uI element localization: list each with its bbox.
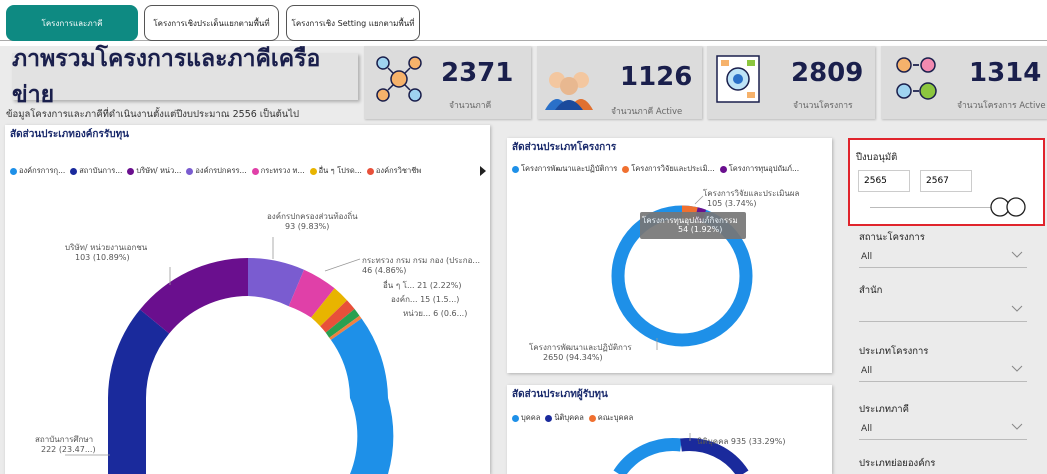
annotation-dev-value: 2650 (94.34%) [543, 353, 603, 362]
year-slider-handles[interactable] [988, 196, 1028, 218]
project-type-filter-select[interactable]: All [859, 360, 1027, 382]
stat-label: จำนวนโครงการ [793, 101, 853, 111]
tab-setting-by-area[interactable]: โครงการเชิง Setting แยกตามพื้นที่ [286, 5, 420, 41]
annotation-ministry-value: 46 (4.86%) [362, 266, 407, 275]
annotation-org: องค์ก... 15 (1.5...) [391, 295, 460, 304]
annotation-local-value: 93 (9.83%) [285, 222, 330, 231]
slice-nonprofit-lower [350, 398, 394, 474]
annotation-other: อื่น ๆ โ... 21 (2.22%) [383, 281, 462, 290]
chevron-down-icon [1011, 423, 1023, 430]
slice-education [108, 309, 170, 474]
year-filter-label: ปีงบอนุมัติ [856, 152, 898, 163]
funding-org-chart-panel: สัดส่วนประเภทองค์กรรับทุน องค์กรการกุ...… [5, 125, 490, 474]
stat-card-partners: 2371 จำนวนภาคี [364, 46, 531, 119]
network-people-icon [376, 56, 422, 102]
chevron-down-icon [1011, 251, 1023, 258]
tab-projects-partners[interactable]: โครงการและภาคี [6, 5, 138, 41]
annotation-unit: หน่วย... 6 (0.6...) [403, 309, 468, 318]
page-title: ภาพรวมโครงการและภาคีเครือข่าย [12, 45, 321, 108]
year-to-input[interactable]: 2567 [920, 170, 972, 192]
stat-label: จำนวนโครงการ Active [957, 101, 1046, 111]
stat-card-active-projects: 1314 จำนวนโครงการ Active [881, 46, 1047, 119]
page-title-card: ภาพรวมโครงการและภาคีเครือข่าย [12, 46, 358, 108]
team-people-icon [545, 72, 593, 110]
status-filter-label: สถานะโครงการ [859, 232, 925, 243]
tooltip-value: 54 (1.92%) [678, 225, 723, 234]
stat-label: จำนวนภาคี Active [611, 107, 683, 117]
office-filter-label: สำนัก [859, 285, 883, 296]
stat-value: 1126 [620, 62, 693, 92]
chevron-down-icon [1011, 305, 1023, 312]
stat-card-active-partners: 1126 จำนวนภาคี Active [537, 46, 702, 119]
recipient-type-chart-panel: สัดส่วนประเภทผู้รับทุน บุคคล นิติบุคคล ค… [507, 385, 832, 474]
chevron-down-icon [1011, 365, 1023, 372]
slice-company [140, 258, 248, 334]
partner-type-filter-select[interactable]: All [859, 418, 1027, 440]
project-type-donut [611, 195, 753, 350]
stat-card-projects: 2809 จำนวนโครงการ [707, 46, 875, 119]
annotation-juristic: นิติบุคคล 935 (33.29%) [697, 437, 786, 446]
status-filter-select[interactable]: All [859, 246, 1027, 268]
stat-value: 2371 [441, 58, 514, 88]
page-subtitle: ข้อมูลโครงการและภาคีที่ดำเนินงานตั้งแต่ป… [6, 109, 300, 120]
stat-value: 1314 [969, 58, 1042, 88]
project-type-chart-panel: สัดส่วนประเภทโครงการ โครงการพัฒนาและปฏิบ… [507, 138, 832, 373]
stat-label: จำนวนภาคี [449, 101, 492, 111]
project-type-filter-label: ประเภทโครงการ [859, 346, 929, 357]
annotation-company-value: 103 (10.89%) [75, 253, 130, 262]
office-filter-select[interactable] [859, 300, 1027, 322]
vision-board-icon [716, 55, 760, 103]
stat-value: 2809 [791, 58, 864, 88]
exchange-people-icon [896, 57, 937, 100]
year-filter-highlight: ปีงบอนุมัติ 2565 2567 [848, 138, 1045, 226]
partner-type-filter-label: ประเภทภาคี [859, 404, 909, 415]
annotation-edu-value: 222 (23.47...) [41, 445, 96, 454]
chart-tooltip: โครงการทุนอุปถัมภ์กิจกรรม 54 (1.92%) [640, 212, 746, 239]
recipient-type-donut [613, 433, 749, 474]
suborg-type-filter-label: ประเภทย่อยองค์กร [859, 458, 936, 469]
year-from-input[interactable]: 2565 [858, 170, 910, 192]
tab-projects-by-area[interactable]: โครงการเชิงประเด็นแยกตามพื้นที่ [144, 5, 279, 41]
annotation-research-value: 105 (3.74%) [707, 199, 757, 208]
